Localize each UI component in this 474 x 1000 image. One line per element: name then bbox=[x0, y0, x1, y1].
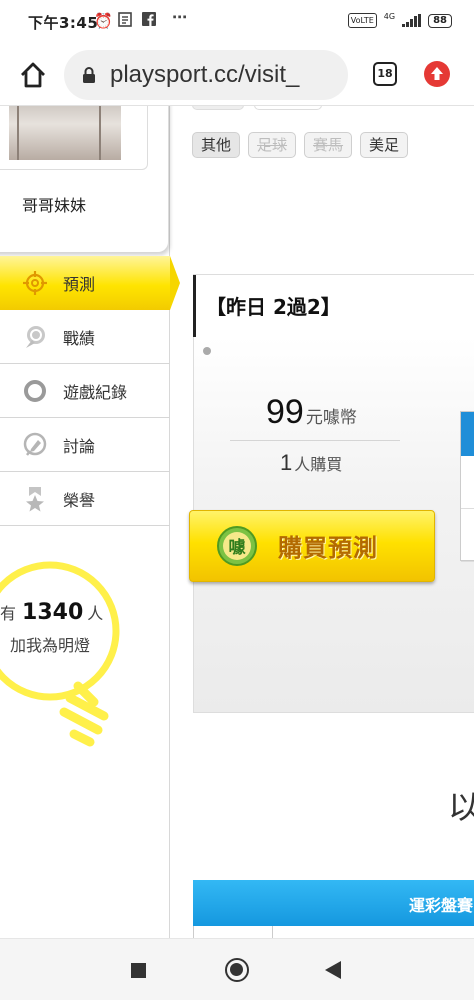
battery-icon: 88 bbox=[428, 13, 452, 28]
buy-prediction-label: 購買預測 bbox=[278, 534, 378, 562]
page-content: 哥哥妹妹 預測 戰績 遊戲紀錄 討論 榮譽 有 1340 人 加我為明燈 其他 … bbox=[0, 106, 474, 938]
signal-icon bbox=[402, 14, 422, 27]
ring-icon bbox=[22, 378, 48, 404]
divider bbox=[230, 440, 400, 441]
lightbulb-icon bbox=[0, 561, 120, 747]
back-button[interactable] bbox=[325, 961, 341, 979]
price-unit: 元噱幣 bbox=[305, 408, 357, 428]
follow-as-light-link[interactable]: 加我為明燈 bbox=[10, 632, 90, 656]
fans-count: 1340 bbox=[22, 600, 84, 625]
sidebar-item-honor[interactable]: 榮譽 bbox=[0, 472, 170, 526]
fans-prefix: 有 bbox=[0, 604, 17, 623]
status-time: 下午3:45 bbox=[28, 14, 99, 32]
volte-badge: VoLTE bbox=[347, 13, 377, 28]
price-line: 99 元噱幣 bbox=[266, 393, 357, 432]
coin-char: 噱 bbox=[229, 537, 247, 558]
tag-american-football[interactable]: 美足 bbox=[360, 132, 409, 158]
more-notifications-icon: ⋯ bbox=[172, 8, 187, 26]
buyers-count: 1 bbox=[280, 450, 293, 475]
sidebar-item-label: 遊戲紀錄 bbox=[63, 383, 128, 402]
sidebar-item-label: 討論 bbox=[63, 437, 96, 456]
sidebar-item-label: 榮譽 bbox=[63, 491, 96, 510]
lock-icon bbox=[82, 67, 96, 83]
sidebar-item-game-log[interactable]: 遊戲紀錄 bbox=[0, 364, 170, 418]
sport-tag-row: 其他 足球 賽馬 美足 bbox=[192, 132, 409, 158]
buyers-line: 1 人購買 bbox=[280, 450, 342, 476]
avatar[interactable] bbox=[9, 106, 121, 160]
sidebar-item-label: 戰績 bbox=[63, 329, 96, 348]
sidebar-item-prediction[interactable]: 預測 bbox=[0, 256, 180, 310]
profile-name: 哥哥妹妹 bbox=[22, 196, 87, 215]
tag-horse-racing: 賽馬 bbox=[304, 132, 353, 158]
tag-other[interactable]: 其他 bbox=[192, 132, 241, 158]
award-ribbon-icon bbox=[22, 486, 48, 512]
status-indicators: VoLTE 4G 88 bbox=[347, 11, 452, 28]
lottery-header-label: 運彩盤賽 bbox=[409, 896, 474, 915]
url-text: playsport.cc/visit_ bbox=[110, 61, 300, 88]
system-nav-bar bbox=[0, 938, 474, 1000]
update-icon[interactable] bbox=[424, 61, 450, 87]
sidebar: 哥哥妹妹 預測 戰績 遊戲紀錄 討論 榮譽 有 1340 人 加我為明燈 bbox=[0, 106, 180, 938]
avatar-frame bbox=[0, 106, 148, 170]
table-row bbox=[193, 926, 474, 938]
sidebar-item-discussion[interactable]: 討論 bbox=[0, 418, 170, 472]
recent-apps-button[interactable] bbox=[131, 963, 146, 978]
price-value: 99 bbox=[266, 393, 304, 431]
medal-icon bbox=[22, 324, 48, 350]
address-bar[interactable]: playsport.cc/visit_ bbox=[64, 50, 348, 100]
previous-tag-row bbox=[192, 106, 322, 110]
profile-card: 哥哥妹妹 bbox=[0, 106, 168, 252]
partial-text: 以 bbox=[448, 788, 474, 826]
coin-icon: 噱 bbox=[217, 526, 257, 566]
home-button[interactable] bbox=[225, 958, 249, 982]
alarm-icon: ⏰ bbox=[94, 12, 113, 30]
target-icon bbox=[22, 270, 48, 296]
status-bar: 下午3:45 ⏰ ⋯ VoLTE 4G 88 bbox=[0, 0, 474, 44]
side-table bbox=[460, 411, 474, 562]
tab-switcher-button[interactable]: 18 bbox=[373, 62, 397, 86]
home-icon[interactable] bbox=[16, 58, 50, 92]
buy-prediction-button[interactable]: 噱 購買預測 bbox=[189, 510, 435, 582]
tag-soccer: 足球 bbox=[248, 132, 297, 158]
pin-icon bbox=[203, 347, 211, 355]
prediction-title: 【昨日 2過2】 bbox=[206, 295, 341, 319]
notes-icon bbox=[118, 12, 132, 31]
chat-pencil-icon bbox=[22, 432, 48, 458]
fans-suffix: 人 bbox=[87, 604, 104, 623]
fans-count-line: 有 1340 人 bbox=[0, 600, 103, 625]
prediction-title-bar: 【昨日 2過2】 bbox=[193, 275, 474, 337]
lottery-header-bar: 運彩盤賽 bbox=[193, 880, 474, 926]
browser-toolbar: playsport.cc/visit_ 18 bbox=[0, 44, 474, 106]
facebook-icon bbox=[142, 12, 156, 30]
prediction-panel: 【昨日 2過2】 99 元噱幣 1 人購買 bbox=[193, 274, 474, 713]
network-type: 4G bbox=[383, 11, 396, 21]
sidebar-item-label: 預測 bbox=[63, 275, 96, 294]
sidebar-item-record[interactable]: 戰績 bbox=[0, 310, 170, 364]
buyers-unit: 人購買 bbox=[294, 455, 343, 474]
